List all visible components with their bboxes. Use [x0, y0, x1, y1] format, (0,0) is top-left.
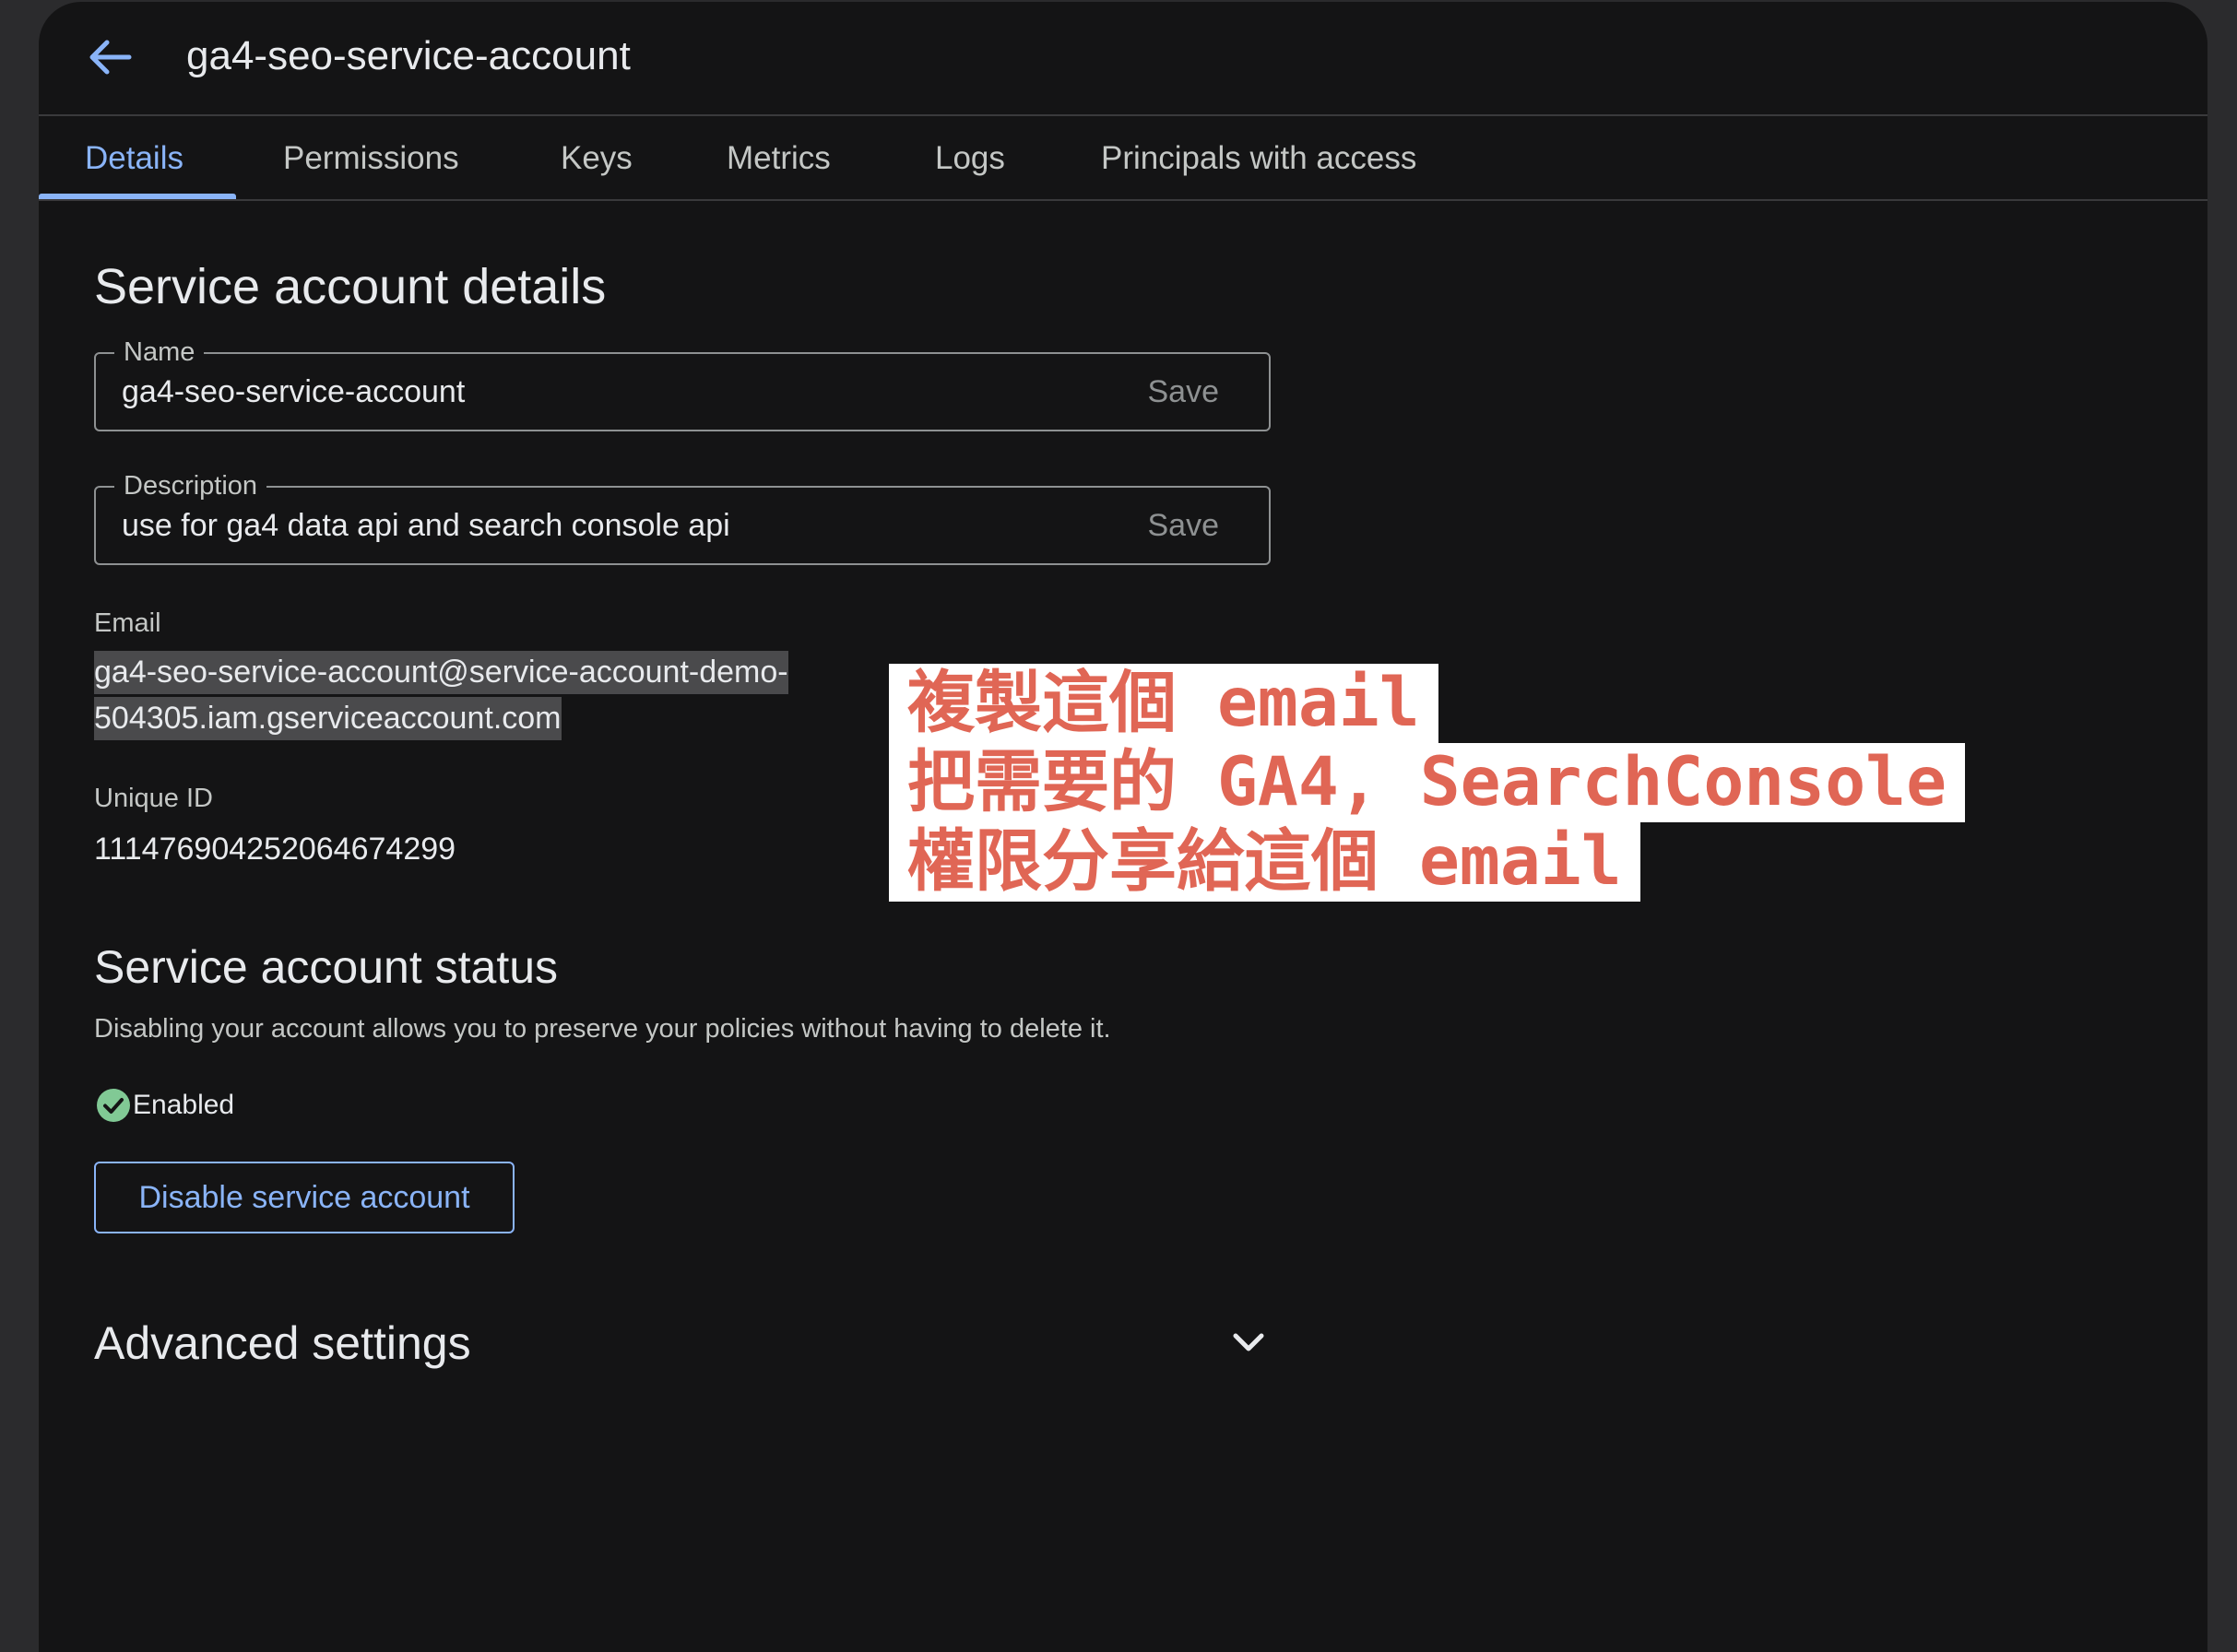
- section-title-status: Service account status: [94, 941, 559, 993]
- name-field-value[interactable]: ga4-seo-service-account: [122, 374, 465, 410]
- unique-id-value: 111476904252064674299: [94, 832, 456, 867]
- check-circle-icon: [97, 1089, 130, 1122]
- email-value-line-2[interactable]: 504305.iam.gserviceaccount.com: [94, 697, 562, 740]
- page-title: ga4-seo-service-account: [186, 33, 631, 78]
- back-button[interactable]: [81, 28, 140, 87]
- description-field[interactable]: Description use for ga4 data api and sea…: [94, 471, 1271, 565]
- status-description: Disabling your account allows you to pre…: [94, 1014, 1111, 1044]
- status-text: Enabled: [133, 1090, 235, 1120]
- tab-keys[interactable]: Keys: [561, 116, 633, 199]
- annotation-callout: 複製這個 email 把需要的 GA4, SearchConsole 權限分享給…: [889, 664, 1966, 902]
- tab-details[interactable]: Details: [85, 116, 183, 199]
- tab-bar: Details Permissions Keys Metrics Logs Pr…: [39, 116, 2207, 201]
- name-field[interactable]: Name ga4-seo-service-account Save: [94, 337, 1271, 431]
- active-tab-indicator: [39, 194, 236, 199]
- name-field-label: Name: [114, 337, 205, 368]
- section-title-details: Service account details: [94, 259, 607, 314]
- description-field-label: Description: [114, 471, 267, 502]
- disable-service-account-button[interactable]: Disable service account: [94, 1162, 515, 1233]
- arrow-back-icon: [89, 40, 132, 75]
- description-save-button[interactable]: Save: [1148, 508, 1220, 544]
- top-bar: ga4-seo-service-account: [39, 2, 2207, 116]
- email-label: Email: [94, 608, 161, 638]
- annotation-line-1: 複製這個 email: [889, 664, 1438, 743]
- tab-metrics[interactable]: Metrics: [727, 116, 831, 199]
- tab-permissions[interactable]: Permissions: [283, 116, 459, 199]
- tab-logs[interactable]: Logs: [935, 116, 1005, 199]
- chevron-down-icon[interactable]: [1228, 1322, 1269, 1363]
- email-value-line-1[interactable]: ga4-seo-service-account@service-account-…: [94, 651, 788, 694]
- annotation-line-2: 把需要的 GA4, SearchConsole: [889, 743, 1966, 822]
- name-save-button[interactable]: Save: [1148, 374, 1220, 410]
- description-field-value[interactable]: use for ga4 data api and search console …: [122, 508, 730, 544]
- tab-principals-with-access[interactable]: Principals with access: [1101, 116, 1416, 199]
- annotation-line-3: 權限分享給這個 email: [889, 822, 1640, 902]
- unique-id-label: Unique ID: [94, 784, 213, 813]
- advanced-settings-title[interactable]: Advanced settings: [94, 1316, 471, 1370]
